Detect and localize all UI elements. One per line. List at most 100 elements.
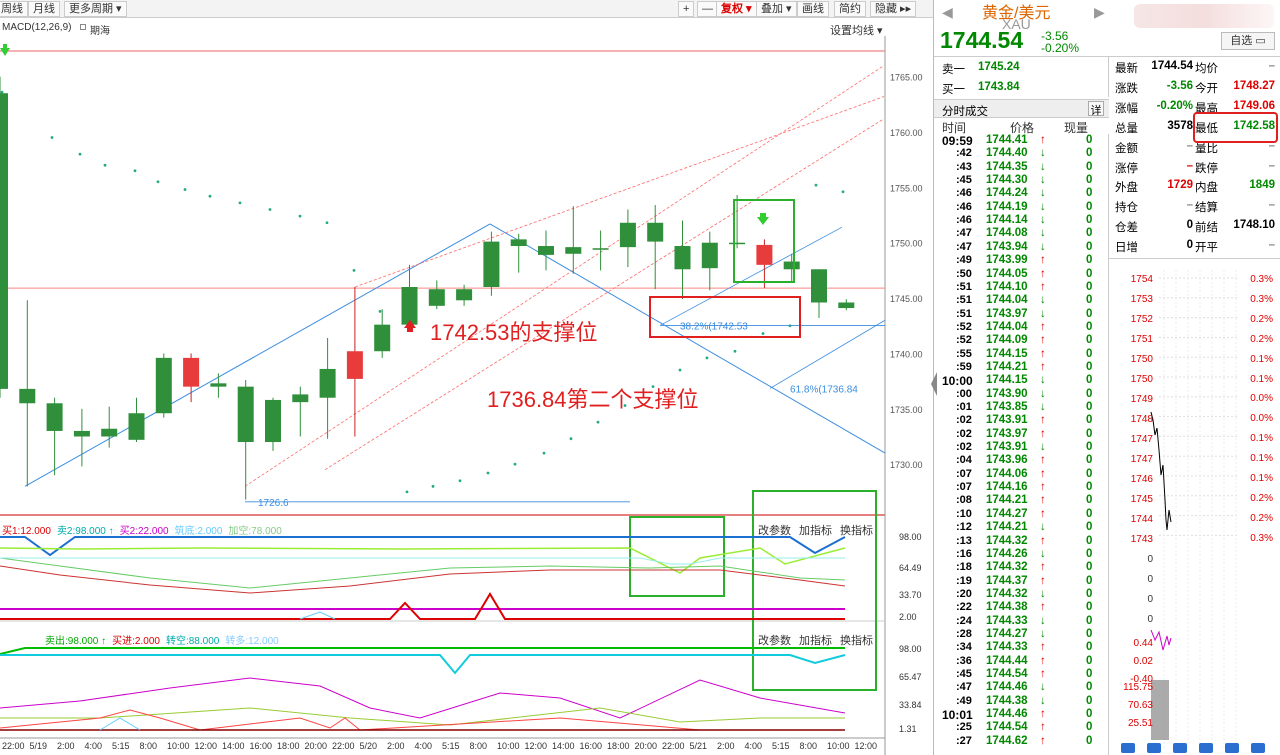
toolbar-right-3[interactable]: 叠加 ▾ [756, 1, 797, 17]
tick-time: :47 [956, 240, 972, 253]
time-axis-label: 8:00 [140, 741, 158, 751]
p2-axis-label: 33.84 [899, 700, 922, 710]
toolbar-right-2[interactable]: 复权 ▾ [716, 1, 757, 17]
tick-volume: 0 [1086, 387, 1093, 400]
stat-value: 1748.10 [1233, 219, 1275, 232]
chart-icon[interactable] [1173, 743, 1187, 753]
time-axis-label: 16:00 [250, 741, 273, 751]
toolbar-right-5[interactable]: 简约 [834, 1, 866, 17]
tick-down-arrow-icon: ↓ [1040, 401, 1046, 413]
stat-value: 3578 [1167, 119, 1193, 132]
toolbar-right-0[interactable]: + [678, 1, 695, 17]
kline-chart-area[interactable]: MACD(12,26,9) 期海 设置均线 ▾ 1765.00 1760.00 17… [0, 18, 933, 755]
time-axis-label: 18:00 [607, 741, 630, 751]
panel2-button-0[interactable]: 改参数 [758, 635, 791, 647]
tick-price: 1744.19 [986, 200, 1028, 213]
prev-arrow-icon[interactable]: ◀ [942, 4, 953, 21]
toolbar-left-1[interactable]: 月线 [28, 1, 60, 17]
mini-left-label: 1753 [1130, 294, 1153, 305]
mini-left-label: 115.75 [1123, 682, 1153, 693]
tick-up-arrow-icon: ↑ [1040, 561, 1046, 574]
mini-right-label: 0.2% [1250, 512, 1273, 524]
tick-volume: 0 [1086, 147, 1093, 160]
tick-volume: 0 [1086, 294, 1093, 307]
price-axis-label: 1750.00 [890, 239, 923, 249]
grid-icon[interactable] [1121, 743, 1135, 753]
candle-body [701, 242, 718, 269]
tick-price: 1744.27 [986, 507, 1028, 520]
tick-detail-button[interactable]: 详 [1088, 101, 1104, 117]
tick-volume: 0 [1086, 681, 1093, 694]
panel2-button-1[interactable]: 加指标 [799, 635, 832, 647]
bar-icon[interactable] [1147, 743, 1161, 753]
mini-left-label: 0 [1147, 574, 1153, 585]
p1-axis-label: 64.49 [899, 563, 922, 573]
mini-left-label: 1747 [1130, 434, 1153, 445]
tick-time: 10:01 [942, 708, 973, 723]
toolbar-right-6[interactable]: 隐藏 ▸▸ [870, 1, 917, 17]
p1-green-line [0, 547, 846, 574]
quote-panel: ◀ ▶ 黄金/美元 XAU 1744.54 -3.56 -0.20% 自选 ▭ … [933, 0, 1280, 755]
tick-volume: 0 [1086, 200, 1093, 213]
candle-body [46, 403, 63, 431]
price-change-pct: -0.20% [1041, 41, 1080, 55]
tick-volume: 0 [1086, 374, 1093, 387]
toolbar-right-1[interactable]: — [697, 1, 718, 17]
tick-up-arrow-icon: ↑ [1040, 708, 1046, 721]
stat-value: 0 [1186, 219, 1193, 232]
tick-price: 1744.16 [986, 481, 1028, 494]
stat-value: – [1186, 199, 1193, 212]
mini-left-label: 1754 [1130, 274, 1153, 285]
tick-volume: 0 [1086, 521, 1093, 534]
panel1-button-1[interactable]: 加指标 [799, 525, 832, 537]
panel1-legend: 买1:12.000 卖2:98.000 ↑ 买2:22.000 筑底:2.000 加空:… [2, 522, 288, 537]
tick-price: 1744.15 [986, 347, 1028, 360]
next-arrow-icon[interactable]: ▶ [1094, 4, 1105, 21]
sar-dot [458, 479, 462, 483]
stat-label: 持仓 [1115, 202, 1138, 215]
candle-body [237, 386, 254, 443]
sar-dot [431, 484, 435, 488]
tick-volume: 0 [1086, 534, 1093, 547]
tick-price: 1744.05 [986, 267, 1028, 280]
tick-volume: 0 [1086, 160, 1093, 173]
p1-axis-label: 98.00 [899, 532, 922, 542]
sar-dot [814, 183, 818, 187]
p1-blue-line [0, 536, 846, 557]
search-icon[interactable] [1251, 743, 1265, 753]
pie-icon[interactable] [1225, 743, 1239, 753]
tick-price: 1744.37 [986, 574, 1028, 587]
tick-volume: 0 [1086, 494, 1093, 507]
tick-price: 1743.97 [986, 427, 1028, 440]
panel1-button-0[interactable]: 改参数 [758, 525, 791, 537]
stat-label: 内盘 [1195, 182, 1218, 195]
tick-time: :08 [956, 494, 972, 507]
mini-right-label: 0.1% [1250, 433, 1273, 445]
folder-icon[interactable] [1199, 743, 1213, 753]
tick-list[interactable]: 09:59 1744.41 ↑ 0:42 1744.40 ↓ 0:43 1744.35 ↓ 0:4… [934, 134, 1109, 755]
intraday-mini-chart[interactable]: 1754 1753 1752 1751 1750 1750 1749 1748 1747 1747… [1109, 260, 1280, 755]
candle-body [292, 394, 309, 403]
tick-up-arrow-icon: ↑ [1040, 320, 1046, 333]
time-axis-label: 10:00 [497, 741, 520, 751]
toolbar-right-4[interactable]: 画线 [797, 1, 829, 17]
tick-time: :51 [956, 280, 972, 293]
p1-red-line [0, 565, 846, 594]
candle-body [374, 324, 391, 352]
tick-time: :16 [956, 547, 972, 560]
tick-time: :25 [956, 721, 972, 734]
panel2-button-2[interactable]: 换指标 [840, 635, 873, 647]
tick-down-arrow-icon: ↓ [1040, 694, 1046, 707]
toolbar-left-2[interactable]: 更多周期 ▾ [64, 1, 127, 17]
panel1-button-2[interactable]: 换指标 [840, 525, 873, 537]
sar-dot [183, 188, 187, 191]
tick-volume: 0 [1086, 401, 1093, 413]
candle-body [483, 241, 500, 287]
sar-dot [841, 190, 845, 194]
sell1-label: 卖一 [942, 64, 965, 76]
watchlist-button[interactable]: 自选 ▭ [1221, 32, 1275, 50]
price-axis-label: 1745.00 [890, 294, 923, 304]
time-axis-label: 5:15 [772, 741, 790, 751]
toolbar-left-0[interactable]: 周线 [0, 1, 28, 17]
stat-label: 涨幅 [1115, 102, 1138, 115]
